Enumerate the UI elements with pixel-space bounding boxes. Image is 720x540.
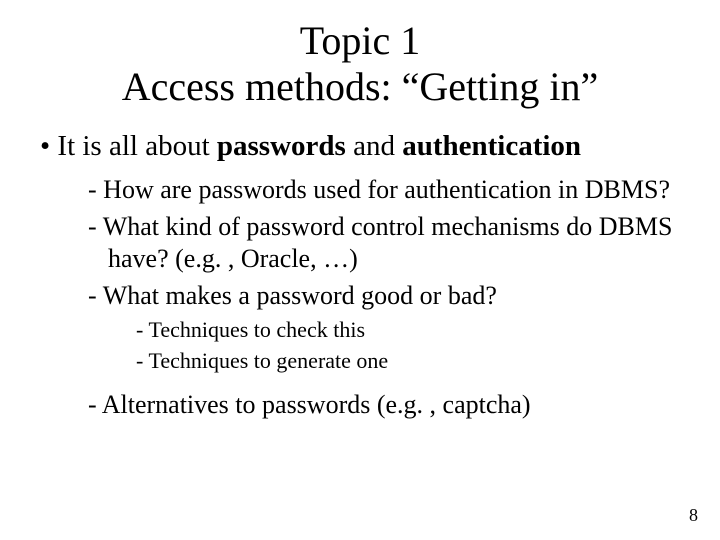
bullet-list: It is all about passwords and authentica… bbox=[40, 128, 680, 422]
slide-title: Topic 1 Access methods: “Getting in” bbox=[40, 18, 680, 110]
bullet-level3: Techniques to check this bbox=[136, 316, 680, 345]
bullet-level3: Techniques to generate one bbox=[136, 347, 680, 376]
text: Techniques to check this bbox=[148, 317, 365, 342]
bullet-level2: What kind of password control mechanisms… bbox=[88, 211, 680, 276]
bullet-level2: What makes a password good or bad? bbox=[88, 280, 680, 313]
text: and bbox=[346, 130, 402, 162]
bold-text: passwords bbox=[217, 130, 346, 162]
title-line-2: Access methods: “Getting in” bbox=[122, 64, 599, 109]
bullet-level1: It is all about passwords and authentica… bbox=[40, 128, 680, 164]
text: Alternatives to passwords (e.g. , captch… bbox=[102, 390, 531, 419]
text: What kind of password control mechanisms… bbox=[103, 212, 673, 274]
title-line-1: Topic 1 bbox=[300, 18, 421, 63]
bullet-level2: How are passwords used for authenticatio… bbox=[88, 174, 680, 207]
bullet-level2: Alternatives to passwords (e.g. , captch… bbox=[88, 389, 680, 422]
spacer bbox=[40, 377, 680, 385]
slide: Topic 1 Access methods: “Getting in” It … bbox=[0, 0, 720, 540]
bold-text: authentication bbox=[402, 130, 581, 162]
text: Techniques to generate one bbox=[148, 348, 388, 373]
text: It is all about bbox=[57, 130, 216, 162]
text: What makes a password good or bad? bbox=[103, 281, 497, 310]
text: How are passwords used for authenticatio… bbox=[103, 175, 670, 204]
page-number: 8 bbox=[689, 505, 698, 526]
